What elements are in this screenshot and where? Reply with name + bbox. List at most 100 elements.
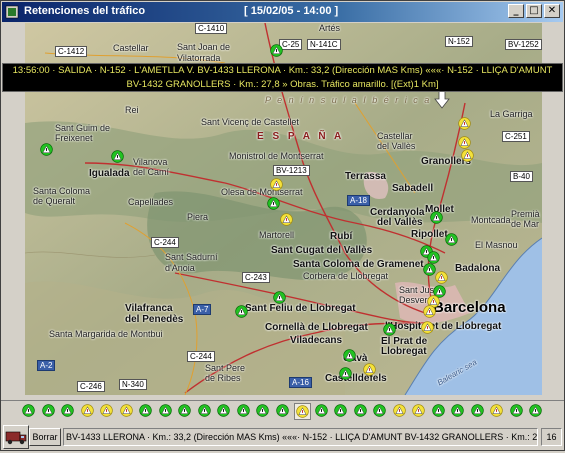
incident-yellow-icon[interactable] <box>119 403 136 420</box>
map-label-town: de Mar <box>511 219 540 229</box>
road-label: N-141C <box>307 39 341 50</box>
incident-green-icon[interactable] <box>372 403 389 420</box>
map-label-town: Castellar <box>113 43 149 53</box>
map-label-town: del Vallès <box>377 141 416 151</box>
incident-marker-green-icon[interactable] <box>235 305 248 318</box>
map-label-town: Rei <box>125 105 139 115</box>
incident-marker-green-icon[interactable] <box>267 197 280 210</box>
incident-yellow-icon[interactable] <box>489 403 506 420</box>
scroll-arrow-icon[interactable] <box>432 89 452 109</box>
road-label: A-7 <box>193 304 212 315</box>
close-button[interactable]: ✕ <box>544 4 560 18</box>
incident-marker-yellow-icon[interactable] <box>458 136 471 149</box>
map-label-town: Sant Just <box>399 285 437 295</box>
incident-green-icon[interactable] <box>528 403 545 420</box>
incident-marker-green-icon[interactable] <box>343 349 356 362</box>
window-controls: _ □ ✕ <box>508 4 560 18</box>
map-label-town: Viladecans <box>290 335 343 346</box>
status-bar: Borrar BV-1433 LLERONA · Km.: 33,2 (Dire… <box>1 424 564 451</box>
incident-green-icon[interactable] <box>314 403 331 420</box>
road-label: BV-1213 <box>273 165 310 176</box>
incident-marker-yellow-icon[interactable] <box>461 149 474 162</box>
map-label-country: E S P A Ñ A <box>257 131 345 142</box>
app-icon <box>5 5 19 19</box>
incident-green-icon[interactable] <box>158 403 175 420</box>
incident-green-icon[interactable] <box>177 403 194 420</box>
map-label-town: Olesa de Montserrat <box>221 187 303 197</box>
incident-marker-yellow-icon[interactable] <box>363 363 376 376</box>
map-label-town: Artés <box>319 23 341 33</box>
road-label: A-16 <box>289 377 312 388</box>
incident-yellow-icon[interactable] <box>294 403 311 420</box>
incident-green-icon[interactable] <box>255 403 272 420</box>
road-label: C-244 <box>151 237 179 248</box>
map-label-town: Sant Guim de <box>55 123 111 133</box>
incident-green-icon[interactable] <box>21 403 38 420</box>
road-label: N-340 <box>119 379 147 390</box>
map-label-town: La Garriga <box>490 109 533 119</box>
incident-green-icon[interactable] <box>333 403 350 420</box>
incident-icon-bar <box>1 400 564 422</box>
incident-green-icon[interactable] <box>470 403 487 420</box>
map-label-town: Ripollet <box>411 229 448 240</box>
map-label-town: Cornellà de Llobregat <box>265 322 368 333</box>
map-label-town: Terrassa <box>345 171 386 182</box>
map-label-town: Igualada <box>89 168 130 179</box>
incident-yellow-icon[interactable] <box>392 403 409 420</box>
incident-green-icon[interactable] <box>41 403 58 420</box>
incident-marker-green-icon[interactable] <box>445 233 458 246</box>
incident-marker-green-icon[interactable] <box>270 44 283 57</box>
map-label-town: Santa Margarida de Montbui <box>49 329 163 339</box>
incident-yellow-icon[interactable] <box>411 403 428 420</box>
incident-marker-green-icon[interactable] <box>383 323 396 336</box>
tooltip-line-1: 13:56:00 · SALIDA · N-152 · L'AMETLLA V.… <box>12 65 553 76</box>
map-label-town: Sabadell <box>392 183 434 194</box>
incident-marker-yellow-icon[interactable] <box>423 305 436 318</box>
road-label: C-251 <box>502 131 530 142</box>
incident-marker-yellow-icon[interactable] <box>280 213 293 226</box>
incident-marker-green-icon[interactable] <box>273 291 286 304</box>
map-label-town: Llobregat <box>381 346 427 357</box>
map-label-town: Sant Feliu de Llobregat <box>245 303 356 314</box>
incident-yellow-icon[interactable] <box>99 403 116 420</box>
borrar-button[interactable]: Borrar <box>29 428 61 446</box>
incident-green-icon[interactable] <box>197 403 214 420</box>
map-label-city: Barcelona <box>433 299 506 316</box>
incident-marker-green-icon[interactable] <box>430 211 443 224</box>
map-label-town: Sant Pere <box>205 363 246 373</box>
incident-green-icon[interactable] <box>509 403 526 420</box>
map-label-town: Capellades <box>128 197 174 207</box>
incident-marker-green-icon[interactable] <box>111 150 124 163</box>
incident-green-icon[interactable] <box>450 403 467 420</box>
incident-marker-yellow-icon[interactable] <box>435 271 448 284</box>
incident-marker-yellow-icon[interactable] <box>270 178 283 191</box>
road-label: C-246 <box>77 381 105 392</box>
incident-green-icon[interactable] <box>138 403 155 420</box>
map-label-town: de Queralt <box>33 196 76 206</box>
incident-green-icon[interactable] <box>236 403 253 420</box>
incident-green-icon[interactable] <box>431 403 448 420</box>
incident-marker-yellow-icon[interactable] <box>458 117 471 130</box>
incident-green-icon[interactable] <box>275 403 292 420</box>
map-label-town: del Vallès <box>377 217 423 228</box>
truck-button[interactable] <box>3 425 29 449</box>
map-label-town: Vilatorrada <box>177 53 221 63</box>
map-label-town: d'Anoia <box>165 263 195 273</box>
incident-marker-green-icon[interactable] <box>339 367 352 380</box>
road-label: C-243 <box>242 272 270 283</box>
map-label-town: Martorell <box>259 230 295 240</box>
map-label-town: l'Hospitalet de Llobregat <box>385 321 502 332</box>
minimize-button[interactable]: _ <box>508 4 524 18</box>
map-label-town: Santa Coloma <box>33 186 91 196</box>
maximize-button[interactable]: □ <box>526 4 542 18</box>
incident-marker-yellow-icon[interactable] <box>421 321 434 334</box>
road-label: BV-1252 <box>505 39 542 50</box>
map-label-town: Badalona <box>455 263 501 274</box>
incident-green-icon[interactable] <box>216 403 233 420</box>
title-bar[interactable]: Retenciones del tráfico [ 15/02/05 - 14:… <box>2 2 563 22</box>
map-label-town: Sant Vicenç de Castellet <box>201 117 299 127</box>
incident-green-icon[interactable] <box>60 403 77 420</box>
incident-marker-green-icon[interactable] <box>40 143 53 156</box>
incident-yellow-icon[interactable] <box>80 403 97 420</box>
incident-green-icon[interactable] <box>353 403 370 420</box>
